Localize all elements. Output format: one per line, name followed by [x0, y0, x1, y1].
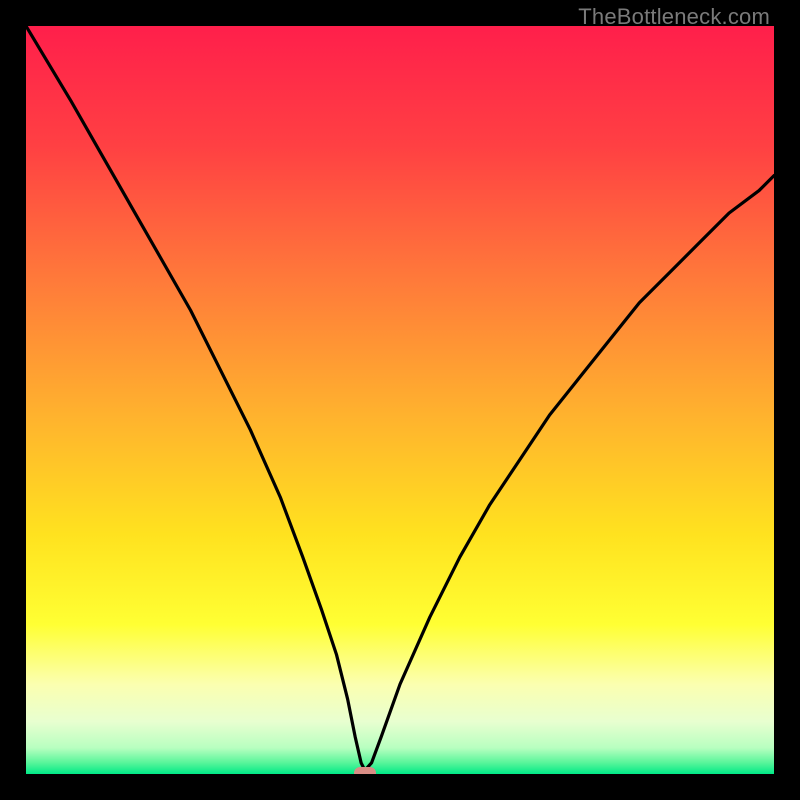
- bottleneck-curve: [26, 26, 774, 774]
- optimum-marker: [354, 767, 376, 775]
- plot-area: [26, 26, 774, 774]
- chart-frame: TheBottleneck.com: [0, 0, 800, 800]
